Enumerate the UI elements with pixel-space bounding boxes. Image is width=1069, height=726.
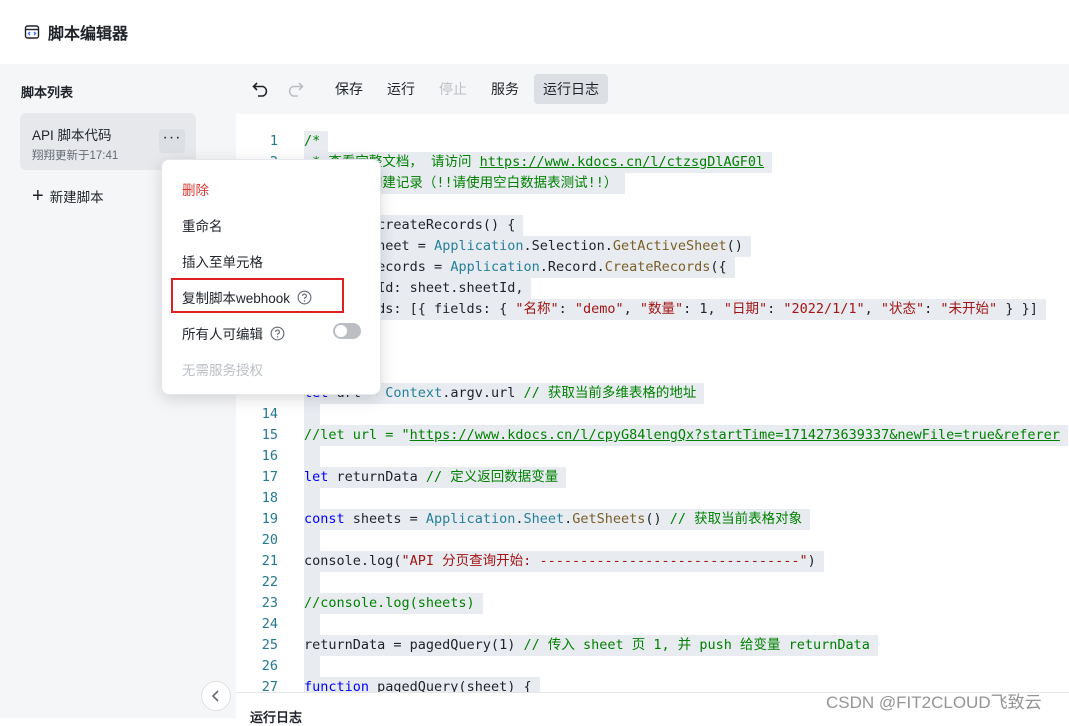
new-script-button[interactable]: + 新建脚本 — [32, 186, 104, 206]
code-text: returnData = pagedQuery(1) // 传入 sheet 页… — [304, 635, 878, 656]
line-number: 27 — [261, 679, 278, 692]
code-line: 17 let returnData // 定义返回数据变量 — [236, 467, 1069, 488]
code-text — [304, 446, 321, 467]
service-button[interactable]: 服务 — [482, 74, 528, 104]
everyone-edit-toggle[interactable] — [333, 323, 361, 339]
code-text — [304, 656, 321, 677]
code-line: 23 //console.log(sheets) — [236, 593, 1069, 614]
line-number: 16 — [261, 448, 278, 464]
everyone-edit-menu-item[interactable]: 所有人可编辑 — [182, 323, 285, 343]
code-text — [304, 404, 321, 425]
no-auth-label: 无需服务授权 — [182, 363, 263, 378]
line-number: 24 — [261, 616, 278, 632]
new-script-label: 新建脚本 — [49, 190, 104, 205]
line-number: 14 — [261, 406, 278, 422]
line-number: 22 — [261, 574, 278, 590]
code-line: 18 — [236, 488, 1069, 509]
code-line: 16 — [236, 446, 1069, 467]
code-text: console.log("API 分页查询开始: ---------------… — [304, 551, 824, 572]
collapse-sidebar-button[interactable] — [201, 681, 231, 711]
script-name: API 脚本代码 — [32, 128, 112, 143]
plus-icon: + — [32, 185, 44, 207]
line-number: 1 — [269, 133, 278, 149]
code-line: 25 returnData = pagedQuery(1) // 传入 sheet… — [236, 635, 1069, 656]
line-number: 15 — [261, 427, 278, 443]
everyone-edit-label: 所有人可编辑 — [182, 327, 263, 342]
insert-cell-label: 插入至单元格 — [182, 255, 263, 270]
insert-cell-menu-item[interactable]: 插入至单元格 — [182, 251, 263, 271]
code-text: Records: [{ fields: { "名称": "demo", "数量"… — [304, 299, 1046, 320]
stop-button[interactable]: 停止 — [430, 74, 476, 104]
watermark: CSDN @FIT2CLOUD飞致云 — [826, 693, 1042, 712]
delete-label: 删除 — [182, 183, 209, 198]
script-list-title: 脚本列表 — [21, 85, 74, 100]
code-text: /* — [304, 131, 329, 152]
code-text: let returnData // 定义返回数据变量 — [304, 467, 567, 488]
save-button[interactable]: 保存 — [326, 74, 372, 104]
annotation-highlight-box — [171, 278, 344, 313]
rename-label: 重命名 — [182, 219, 223, 234]
line-number: 23 — [261, 595, 278, 611]
code-text: //console.log(sheets) — [304, 593, 483, 614]
script-editor-icon — [24, 25, 40, 39]
script-context-menu: 删除 重命名 插入至单元格 复制脚本webhook 所有人可编辑 无需服务授权 — [161, 159, 381, 395]
script-updated-meta: 翔翔更新于17:41 — [32, 150, 119, 162]
app-header: 脚本编辑器 — [0, 0, 1069, 64]
line-number: 25 — [261, 637, 278, 653]
run-log-title: 运行日志 — [250, 710, 303, 725]
redo-button[interactable] — [284, 78, 306, 100]
code-line: 20 — [236, 530, 1069, 551]
run-log-button[interactable]: 运行日志 — [534, 74, 608, 104]
code-line: 26 — [236, 656, 1069, 677]
delete-menu-item[interactable]: 删除 — [182, 179, 209, 199]
code-text — [304, 530, 321, 551]
page-title: 脚本编辑器 — [48, 26, 129, 43]
undo-icon — [252, 82, 268, 97]
code-text — [304, 614, 321, 635]
more-options-button[interactable]: ··· — [159, 129, 185, 153]
help-icon[interactable] — [270, 326, 285, 341]
code-text: function pagedQuery(sheet) { — [304, 677, 540, 692]
code-line: 1 /* — [236, 131, 1069, 152]
code-line: 21 console.log("API 分页查询开始: -------------… — [236, 551, 1069, 572]
code-line: 14 — [236, 404, 1069, 425]
line-number: 18 — [261, 490, 278, 506]
line-number: 20 — [261, 532, 278, 548]
code-text: const sheets = Application.Sheet.GetShee… — [304, 509, 811, 530]
line-number: 26 — [261, 658, 278, 674]
code-line: 24 — [236, 614, 1069, 635]
rename-menu-item[interactable]: 重命名 — [182, 215, 223, 235]
line-number: 21 — [261, 553, 278, 569]
toggle-knob — [335, 325, 347, 337]
code-text: //let url = "https://www.kdocs.cn/l/cpyG… — [304, 425, 1068, 446]
undo-button[interactable] — [250, 78, 272, 100]
redo-icon — [288, 82, 304, 97]
code-text — [304, 572, 321, 593]
code-line: 22 — [236, 572, 1069, 593]
code-line: 19 const sheets = Application.Sheet.GetSh… — [236, 509, 1069, 530]
line-number: 19 — [261, 511, 278, 527]
editor-toolbar: 保存 运行 停止 服务 运行日志 — [236, 64, 1069, 114]
run-button[interactable]: 运行 — [378, 74, 424, 104]
line-number: 17 — [261, 469, 278, 485]
chevron-left-icon — [211, 690, 219, 702]
code-line: 15 //let url = "https://www.kdocs.cn/l/cp… — [236, 425, 1069, 446]
no-auth-menu-item: 无需服务授权 — [182, 359, 263, 379]
code-text — [304, 488, 321, 509]
